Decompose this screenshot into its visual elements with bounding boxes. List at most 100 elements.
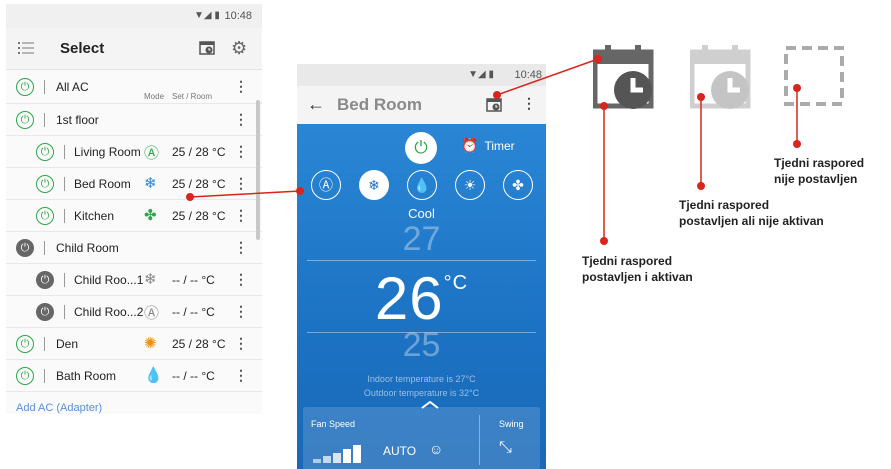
dry-mode-button[interactable]: 💧: [407, 170, 437, 200]
set-room-value: -- / -- °C: [172, 305, 215, 319]
more-options-icon[interactable]: ⋮: [234, 271, 248, 288]
fan-mode-button[interactable]: ✤: [503, 170, 533, 200]
set-room-value: 25 / 28 °C: [172, 177, 226, 191]
divider: [44, 80, 45, 94]
calendar-active-icon: [593, 45, 654, 109]
list-item-label: 1st floor: [56, 113, 99, 127]
status-bar: ▼◢ ▮ 10:48: [297, 64, 546, 86]
more-options-icon[interactable]: ⋮: [234, 239, 248, 256]
more-options-icon[interactable]: ⋮: [234, 175, 248, 192]
power-off-icon[interactable]: ⏻: [36, 271, 54, 289]
more-options-icon[interactable]: ⋮: [234, 111, 248, 128]
power-icon[interactable]: ⏻: [16, 111, 34, 129]
more-options-icon[interactable]: ⋮: [234, 78, 248, 95]
more-options-icon[interactable]: ⋮: [522, 95, 536, 112]
more-options-icon[interactable]: ⋮: [234, 335, 248, 352]
list-item[interactable]: ⏻ Child Room ⋮: [6, 232, 262, 264]
divider: [44, 337, 45, 351]
fan-swing-panel: Fan Speed AUTO ☺ Swing ⤡: [303, 401, 540, 469]
mode-selector: Ⓐ ❄ 💧 ☀ ✤: [311, 170, 533, 204]
temp-increase-value[interactable]: 27: [297, 220, 546, 259]
settings-gear-icon[interactable]: ⚙: [231, 38, 247, 59]
indoor-temperature: Indoor temperature is 27°C: [367, 374, 476, 384]
power-button[interactable]: ⏻: [405, 132, 437, 164]
callout-not-set: Tjedni raspored nije postavljen: [774, 155, 864, 187]
calendar-inactive-icon: [690, 45, 751, 109]
list-item-label: Living Room: [74, 145, 141, 159]
add-ac-link[interactable]: Add AC (Adapter): [16, 402, 102, 414]
heat-mode-icon: ✺: [144, 335, 157, 352]
list-item[interactable]: ⏻ Bed Room ❄ 25 / 28 °C ⋮: [6, 168, 262, 200]
power-icon[interactable]: ⏻: [16, 78, 34, 96]
calendar-not-set-icon: [784, 46, 844, 106]
list-item[interactable]: ⏻ All AC Mode Set / Room ⋮: [6, 70, 262, 104]
list-item[interactable]: ⏻ 1st floor ⋮: [6, 104, 262, 136]
cool-mode-button[interactable]: ❄: [359, 170, 389, 200]
more-options-icon[interactable]: ⋮: [234, 207, 248, 224]
more-options-icon[interactable]: ⋮: [234, 303, 248, 320]
column-header-set-room: Set / Room: [172, 92, 213, 101]
list-item-label: Bath Room: [56, 369, 117, 383]
divider: [44, 113, 45, 127]
power-icon[interactable]: ⏻: [16, 367, 34, 385]
divider: [64, 273, 65, 287]
column-header-mode: Mode: [144, 92, 165, 101]
heat-mode-button[interactable]: ☀: [455, 170, 485, 200]
more-options-icon[interactable]: ⋮: [234, 143, 248, 160]
more-options-icon[interactable]: ⋮: [234, 367, 248, 384]
callout-not-set-line-2: nije postavljen: [774, 172, 858, 186]
chevron-up-icon[interactable]: [421, 401, 439, 409]
schedule-calendar-icon[interactable]: [199, 39, 215, 55]
cool-mode-icon: ❄: [144, 271, 157, 288]
set-room-value: -- / -- °C: [172, 369, 215, 383]
alarm-clock-icon: ⏰: [461, 137, 479, 153]
divider: [64, 177, 65, 191]
list-menu-icon[interactable]: [18, 40, 34, 56]
app-bar: Select ⚙: [6, 28, 262, 70]
list-item-label: Child Room: [56, 241, 119, 255]
list-item[interactable]: ⏻ Den ✺ 25 / 28 °C ⋮: [6, 328, 262, 360]
list-item-label: All AC: [56, 80, 89, 94]
power-off-icon[interactable]: ⏻: [16, 239, 34, 257]
fan-speed-value: AUTO: [383, 444, 417, 458]
bed-room-screen: ▼◢ ▮ 10:48 ← Bed Room ⋮ ⏻ ⏰ Timer Ⓐ ❄ 💧 ☀…: [297, 64, 546, 469]
fan-mode-icon: ✤: [144, 207, 157, 224]
power-off-icon[interactable]: ⏻: [36, 303, 54, 321]
fan-speed-bars-icon[interactable]: [313, 443, 373, 463]
scrollbar[interactable]: [256, 100, 260, 240]
list-item-label: Den: [56, 337, 79, 351]
temp-decrease-value[interactable]: 25: [297, 326, 546, 365]
status-time: 10:48: [514, 69, 542, 81]
callout-not-set-line-1: Tjedni raspored: [774, 156, 865, 170]
power-icon[interactable]: ⏻: [36, 143, 54, 161]
eco-leaf-icon[interactable]: ☺: [429, 441, 443, 457]
power-icon[interactable]: ⏻: [16, 335, 34, 353]
timer-label: Timer: [484, 139, 515, 153]
cool-mode-icon: ❄: [144, 175, 157, 192]
power-icon[interactable]: ⏻: [36, 175, 54, 193]
auto-mode-button[interactable]: Ⓐ: [311, 170, 341, 200]
mode-label: Cool: [408, 206, 435, 221]
list-item-label: Child Roo...2: [74, 305, 144, 319]
schedule-calendar-icon[interactable]: [486, 96, 502, 112]
list-item-label: Child Roo...1: [74, 273, 144, 287]
list-item[interactable]: ⏻ Bath Room 💧 -- / -- °C ⋮: [6, 360, 262, 392]
wifi-signal-icon: ▼◢ ▮: [468, 69, 494, 80]
back-arrow-icon[interactable]: ←: [307, 94, 325, 115]
callout-inactive: Tjedni raspored postavljen ali nije akti…: [679, 197, 824, 229]
list-item[interactable]: ⏻ Living Room Ⓐ 25 / 28 °C ⋮: [6, 136, 262, 168]
list-item[interactable]: ⏻ Kitchen ✤ 25 / 28 °C ⋮: [6, 200, 262, 232]
page-title: Select: [60, 40, 105, 57]
wifi-signal-icon: ▼◢ ▮: [194, 10, 220, 21]
power-icon[interactable]: ⏻: [36, 207, 54, 225]
swing-icon[interactable]: ⤡: [499, 439, 512, 457]
divider: [44, 241, 45, 255]
divider: [307, 260, 536, 261]
timer-button[interactable]: ⏰ Timer: [461, 137, 515, 154]
list-item[interactable]: ⏻ Child Roo...2 Ⓐ -- / -- °C ⋮: [6, 296, 262, 328]
callout-inactive-line-1: Tjedni raspored: [679, 198, 770, 212]
divider: [64, 145, 65, 159]
list-item[interactable]: ⏻ Child Roo...1 ❄ -- / -- °C ⋮: [6, 264, 262, 296]
ac-list-screen: ▼◢ ▮ 10:48 Select ⚙ ⏻ All AC Mode Set / …: [6, 4, 262, 414]
page-title: Bed Room: [337, 95, 422, 114]
